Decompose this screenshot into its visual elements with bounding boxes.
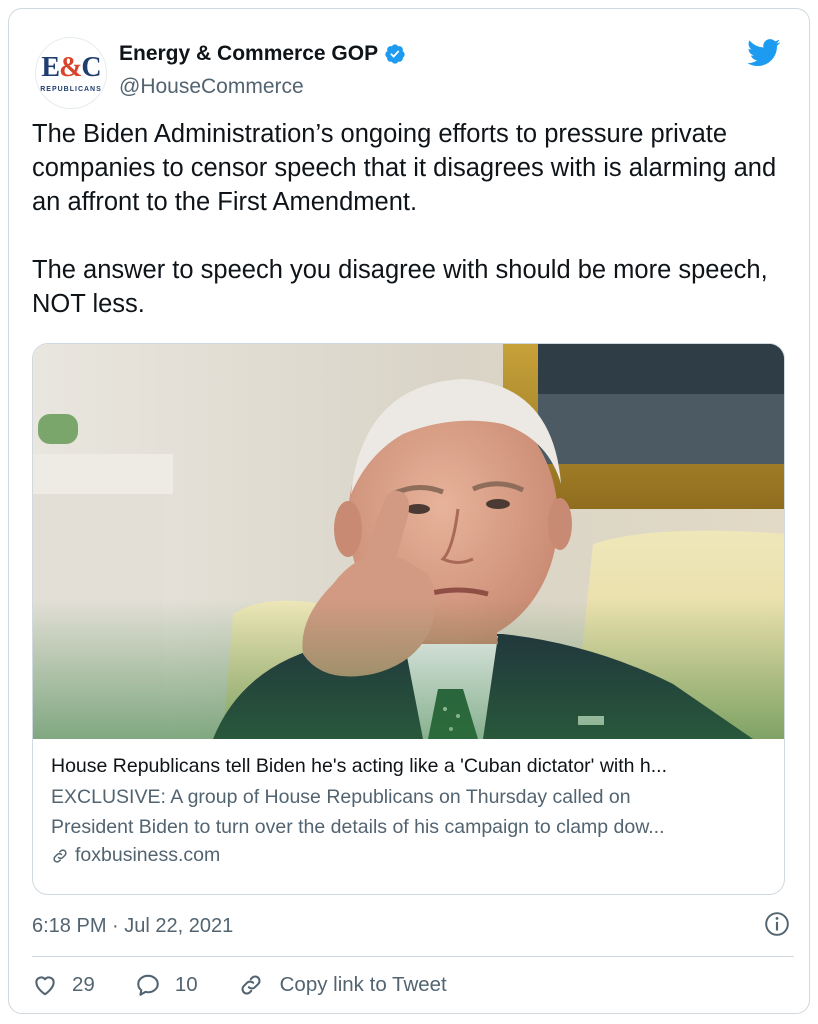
tweet-timestamp[interactable]: 6:18 PM · Jul 22, 2021 <box>32 915 233 938</box>
reply-count: 10 <box>174 973 198 996</box>
twitter-bird-icon[interactable] <box>747 39 781 67</box>
heart-icon <box>35 976 55 996</box>
link-domain: foxbusiness.com <box>51 844 769 867</box>
like-button[interactable]: 29 <box>32 972 95 998</box>
link-description: EXCLUSIVE: A group of House Republicans … <box>51 782 769 842</box>
link-title[interactable]: House Republicans tell Biden he's acting… <box>51 752 769 780</box>
link-domain-text: foxbusiness.com <box>75 844 221 866</box>
copy-link-button[interactable]: Copy link to Tweet <box>238 972 447 998</box>
author-handle[interactable]: @HouseCommerce <box>119 75 304 99</box>
display-name[interactable]: Energy & Commerce GOP <box>119 42 378 66</box>
reply-button[interactable]: 10 <box>135 972 198 998</box>
info-icon[interactable] <box>764 911 790 937</box>
tweet-paragraph: The Biden Administration’s ongoing effor… <box>32 120 777 216</box>
divider <box>32 956 794 957</box>
link-chain-icon <box>53 848 67 863</box>
link-preview-card[interactable]: House Republicans tell Biden he's acting… <box>32 343 785 895</box>
copy-link-label: Copy link to Tweet <box>279 973 447 996</box>
author-name-row: Energy & Commerce GOP <box>119 42 406 66</box>
link-preview-image[interactable] <box>33 344 784 739</box>
link-preview-body[interactable]: House Republicans tell Biden he's acting… <box>51 752 769 867</box>
avatar[interactable]: E&C REPUBLICANS <box>35 37 107 109</box>
tweet-paragraph: The answer to speech you disagree with s… <box>32 256 768 318</box>
reply-bubble-icon <box>137 974 159 996</box>
verified-badge-icon <box>385 44 405 64</box>
tweet-actions: 29 10 Copy link to Tweet <box>32 972 447 998</box>
avatar-logo-subtitle: REPUBLICANS <box>40 86 102 93</box>
link-description-line: EXCLUSIVE: A group of House Republicans … <box>51 786 631 808</box>
tweet-text: The Biden Administration’s ongoing effor… <box>32 117 782 321</box>
link-description-line: President Biden to turn over the details… <box>51 816 665 838</box>
avatar-logo-letters: E&C <box>41 52 101 83</box>
like-count: 29 <box>72 973 95 996</box>
link-chain-icon <box>241 975 261 995</box>
